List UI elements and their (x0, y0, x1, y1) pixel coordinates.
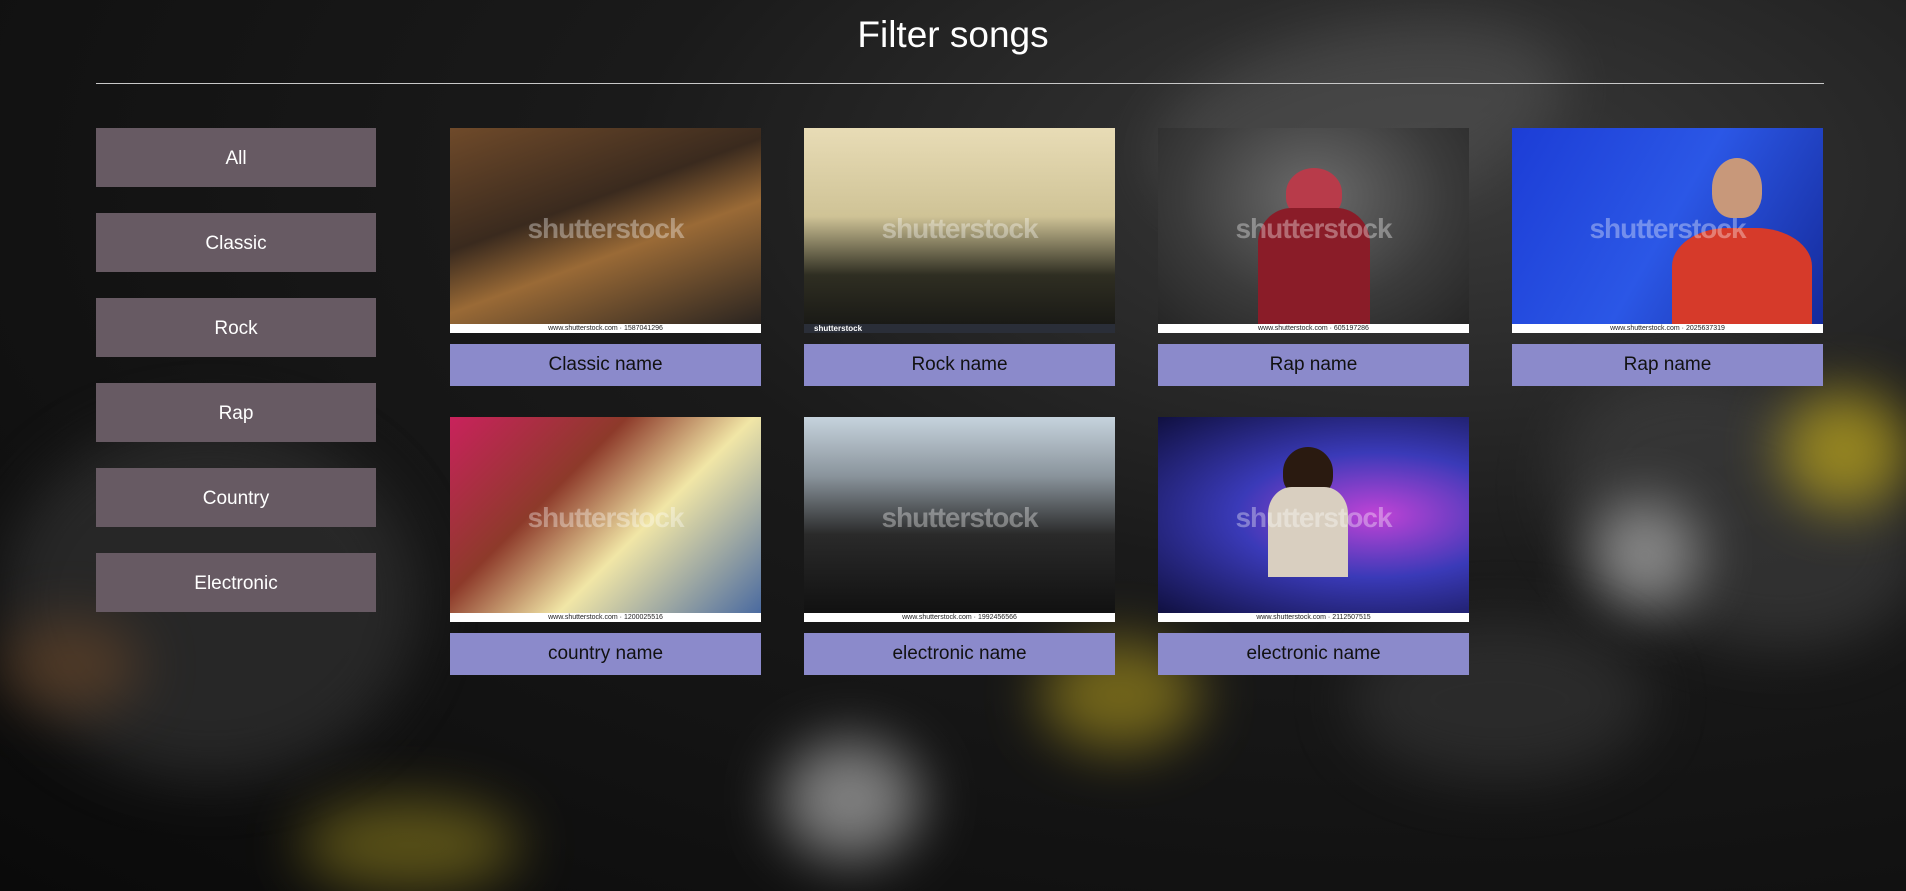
page-container: Filter songs All Classic Rock Rap Countr… (0, 0, 1906, 891)
image-source-url: www.shutterstock.com · 2112507515 (1158, 613, 1469, 622)
image-source-url: www.shutterstock.com · 1992456566 (804, 613, 1115, 622)
song-name: electronic name (804, 633, 1115, 675)
image-source-url: www.shutterstock.com · 2025637319 (1512, 324, 1823, 333)
watermark-text: shutterstock (527, 213, 684, 244)
filter-button-electronic[interactable]: Electronic (96, 553, 376, 612)
watermark-text: shutterstock (881, 502, 1038, 533)
song-card[interactable]: shutterstock www.shutterstock.com · 1992… (804, 417, 1115, 675)
image-source-url: www.shutterstock.com · 1587041296 (450, 324, 761, 333)
filter-button-classic[interactable]: Classic (96, 213, 376, 272)
song-thumbnail: shutterstock www.shutterstock.com · 2112… (1158, 417, 1469, 622)
watermark-text: shutterstock (1235, 502, 1392, 533)
song-name: Rap name (1512, 344, 1823, 386)
page-title: Filter songs (857, 14, 1049, 55)
watermark-text: shutterstock (1235, 213, 1392, 244)
song-thumbnail: shutterstock www.shutterstock.com · 1992… (804, 417, 1115, 622)
song-name: Rock name (804, 344, 1115, 386)
song-name: Classic name (450, 344, 761, 386)
song-grid: shutterstock www.shutterstock.com · 1587… (450, 128, 1824, 675)
filter-button-all[interactable]: All (96, 128, 376, 187)
song-card[interactable]: shutterstock www.shutterstock.com · 2112… (1158, 417, 1469, 675)
image-source-url: www.shutterstock.com · 1200025516 (450, 613, 761, 622)
header-divider (96, 83, 1824, 84)
song-name: Rap name (1158, 344, 1469, 386)
image-source-url: shutterstock (804, 324, 1115, 333)
song-name: electronic name (1158, 633, 1469, 675)
song-card[interactable]: shutterstock www.shutterstock.com · 2025… (1512, 128, 1823, 386)
filter-button-country[interactable]: Country (96, 468, 376, 527)
song-card[interactable]: shutterstock www.shutterstock.com · 1200… (450, 417, 761, 675)
song-card[interactable]: shutterstock www.shutterstock.com · 6051… (1158, 128, 1469, 386)
song-name: country name (450, 633, 761, 675)
watermark-text: shutterstock (527, 502, 684, 533)
song-thumbnail: shutterstock www.shutterstock.com · 1200… (450, 417, 761, 622)
song-thumbnail: shutterstock www.shutterstock.com · 6051… (1158, 128, 1469, 333)
filter-button-rock[interactable]: Rock (96, 298, 376, 357)
watermark-text: shutterstock (881, 213, 1038, 244)
song-thumbnail: shutterstock www.shutterstock.com · 2025… (1512, 128, 1823, 333)
song-card[interactable]: shutterstock shutterstock Rock name (804, 128, 1115, 386)
watermark-text: shutterstock (1589, 213, 1746, 244)
filter-button-rap[interactable]: Rap (96, 383, 376, 442)
image-source-url: www.shutterstock.com · 605197286 (1158, 324, 1469, 333)
song-thumbnail: shutterstock www.shutterstock.com · 1587… (450, 128, 761, 333)
song-card[interactable]: shutterstock www.shutterstock.com · 1587… (450, 128, 761, 386)
filter-button-list: All Classic Rock Rap Country Electronic (96, 128, 376, 638)
song-thumbnail: shutterstock shutterstock (804, 128, 1115, 333)
